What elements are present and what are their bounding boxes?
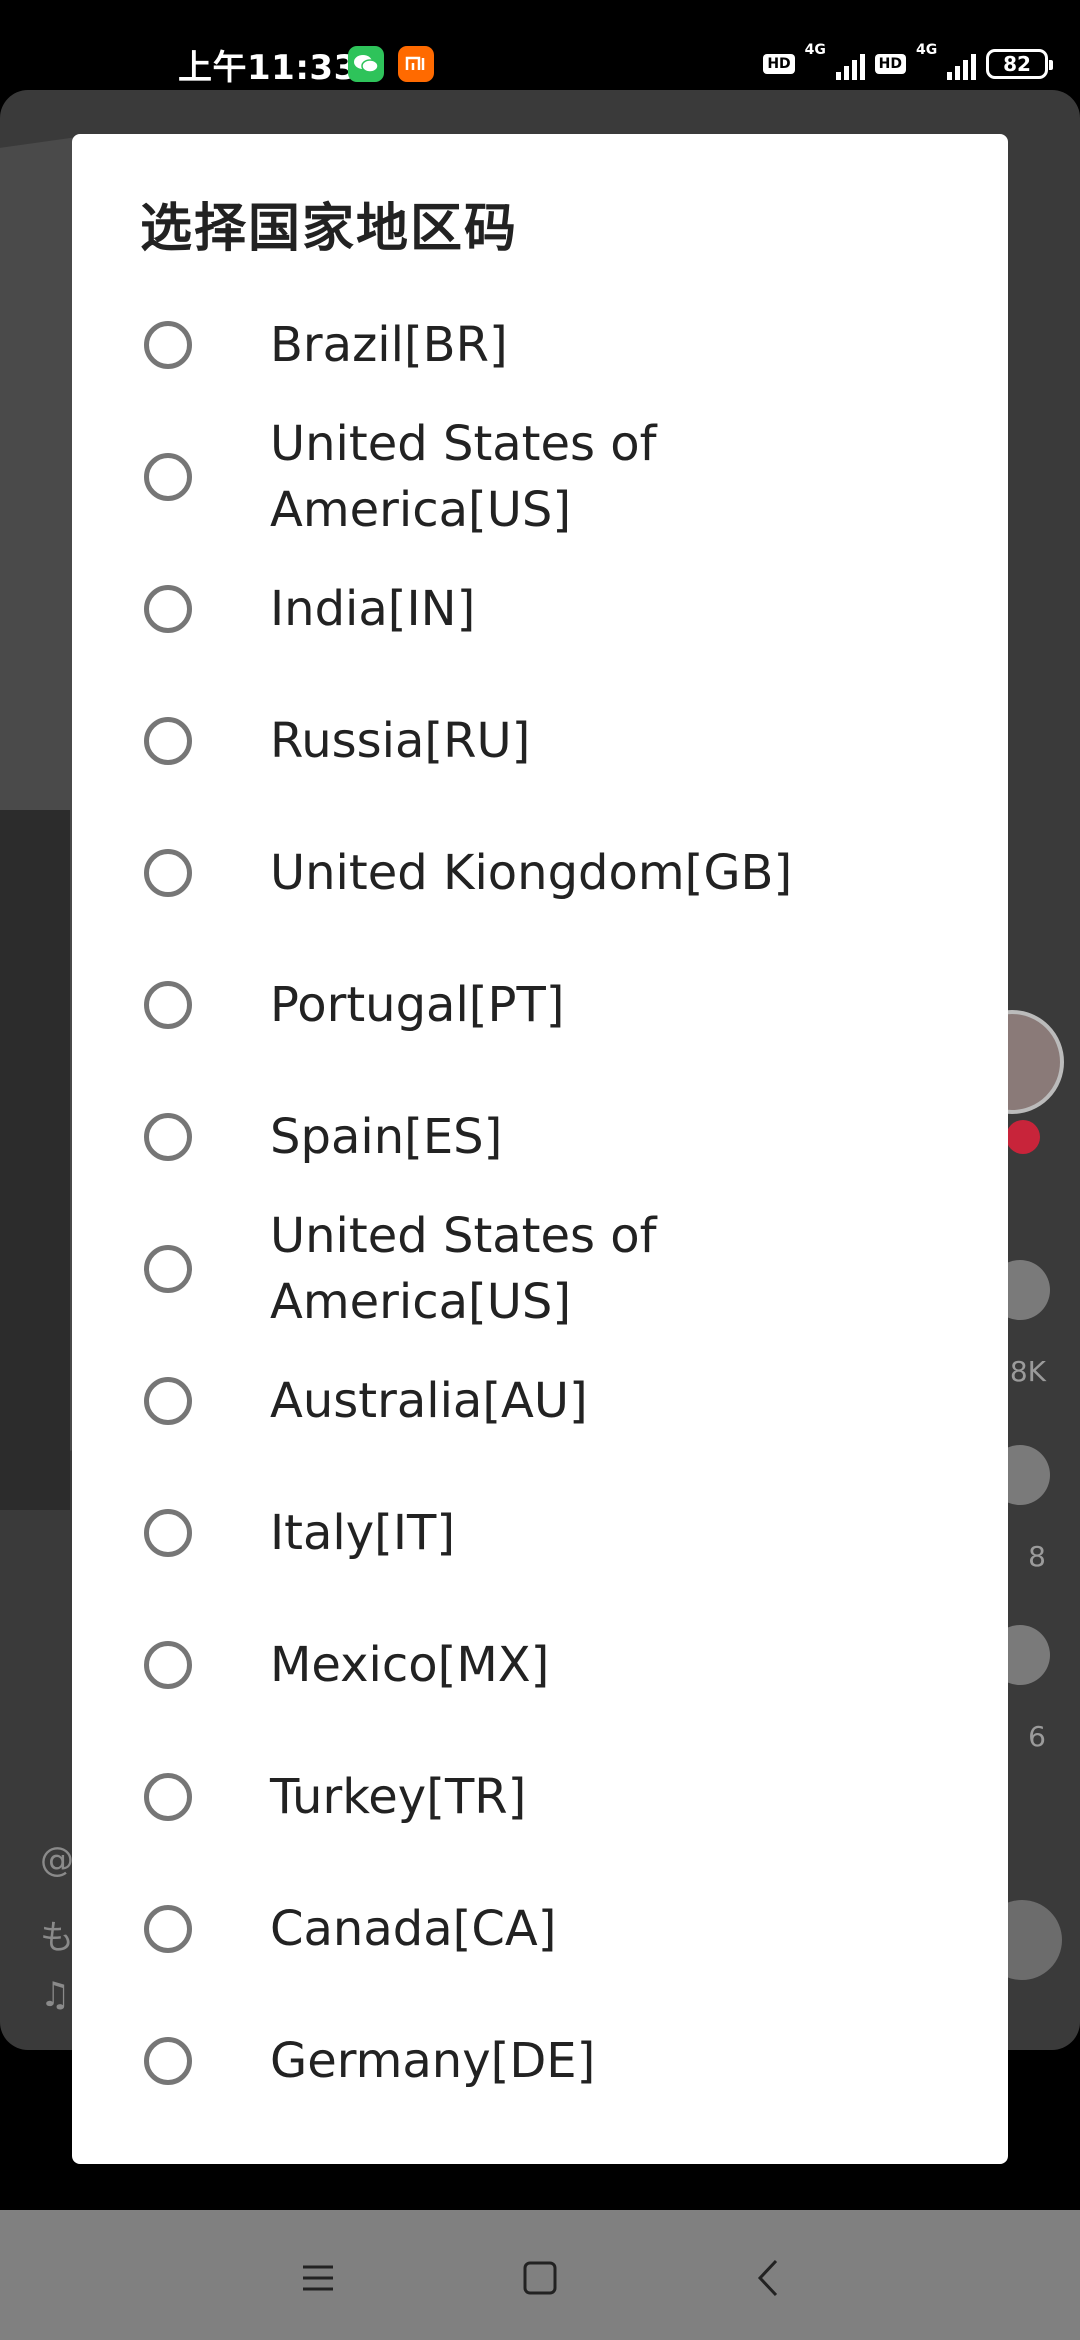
country-option[interactable]: Mexico[MX] <box>72 1599 1008 1731</box>
country-option-label: United Kiongdom[GB] <box>270 845 793 901</box>
status-bar: 上午11:33 HD 4G HD 4G 82 <box>0 0 1080 90</box>
wechat-icon <box>348 46 384 82</box>
battery-level: 82 <box>1003 52 1031 76</box>
country-option[interactable]: Australia[AU] <box>72 1335 1008 1467</box>
radio-button[interactable] <box>144 849 192 897</box>
radio-button[interactable] <box>144 1641 192 1689</box>
radio-button[interactable] <box>144 981 192 1029</box>
country-option-list: Brazil[BR] United States of America[US] In… <box>72 279 1008 2127</box>
radio-button[interactable] <box>144 1377 192 1425</box>
radio-button[interactable] <box>144 1905 192 1953</box>
country-option-label: United States of America[US] <box>270 1208 657 1330</box>
country-option-label: India[IN] <box>270 581 476 637</box>
radio-button[interactable] <box>144 321 192 369</box>
radio-button[interactable] <box>144 1509 192 1557</box>
country-option-label: Italy[IT] <box>270 1505 456 1561</box>
country-option-label: Spain[ES] <box>270 1109 503 1165</box>
hd-badge: HD <box>874 54 906 74</box>
network-type: 4G <box>916 42 938 58</box>
country-option-label: Canada[CA] <box>270 1901 557 1957</box>
radio-button[interactable] <box>144 453 192 501</box>
battery-icon: 82 <box>986 49 1053 79</box>
country-option[interactable]: Spain[ES] <box>72 1071 1008 1203</box>
country-option[interactable]: Germany[DE] <box>72 1995 1008 2127</box>
radio-button[interactable] <box>144 1773 192 1821</box>
country-option-label: United States of America[US] <box>270 416 657 538</box>
country-option-label: Portugal[PT] <box>270 977 565 1033</box>
country-option[interactable]: Brazil[BR] <box>72 279 1008 411</box>
country-option[interactable]: United Kiongdom[GB] <box>72 807 1008 939</box>
country-option[interactable]: Canada[CA] <box>72 1863 1008 1995</box>
comment-count: 8 <box>1028 1540 1046 1573</box>
hd-badge: HD <box>763 54 795 74</box>
share-count: 6 <box>1028 1720 1046 1753</box>
country-option-label: Turkey[TR] <box>270 1769 527 1825</box>
music-icon: ♫ <box>40 1975 71 2015</box>
author-handle: @ <box>40 1840 74 1880</box>
country-option[interactable]: Italy[IT] <box>72 1467 1008 1599</box>
country-option[interactable]: Russia[RU] <box>72 675 1008 807</box>
country-code-dialog: 选择国家地区码 Brazil[BR] United States of Ameri… <box>72 134 1008 2164</box>
status-time: 上午11:33 <box>178 48 358 88</box>
country-option[interactable]: Portugal[PT] <box>72 939 1008 1071</box>
country-option-label: Russia[RU] <box>270 713 531 769</box>
country-option-label: Mexico[MX] <box>270 1637 550 1693</box>
mi-icon <box>398 46 434 82</box>
country-option[interactable]: Turkey[TR] <box>72 1731 1008 1863</box>
country-option-label: Australia[AU] <box>270 1373 588 1429</box>
follow-icon <box>1006 1120 1040 1154</box>
background-image <box>0 810 70 1510</box>
status-indicators: HD 4G HD 4G 82 <box>763 42 1053 84</box>
home-square-icon[interactable] <box>500 2238 580 2318</box>
like-count: 8K <box>1009 1355 1046 1388</box>
network-type: 4G <box>804 42 826 58</box>
country-option[interactable]: United States of America[US] <box>72 1203 1008 1335</box>
navigation-bar <box>0 2210 1080 2340</box>
menu-icon[interactable] <box>278 2238 358 2318</box>
radio-button[interactable] <box>144 1113 192 1161</box>
country-option[interactable]: India[IN] <box>72 543 1008 675</box>
radio-button[interactable] <box>144 1245 192 1293</box>
country-option-label: Brazil[BR] <box>270 317 508 373</box>
country-option[interactable]: United States of America[US] <box>72 411 1008 543</box>
signal-strength-icon: 4G <box>805 42 865 82</box>
back-chevron-icon[interactable] <box>728 2238 808 2318</box>
radio-button[interactable] <box>144 585 192 633</box>
radio-button[interactable] <box>144 717 192 765</box>
radio-button[interactable] <box>144 2037 192 2085</box>
country-option-label: Germany[DE] <box>270 2033 596 2089</box>
signal-strength-icon: 4G <box>916 42 976 82</box>
dialog-title: 选择国家地区码 <box>140 199 519 259</box>
caption-text: も <box>40 1918 74 1958</box>
